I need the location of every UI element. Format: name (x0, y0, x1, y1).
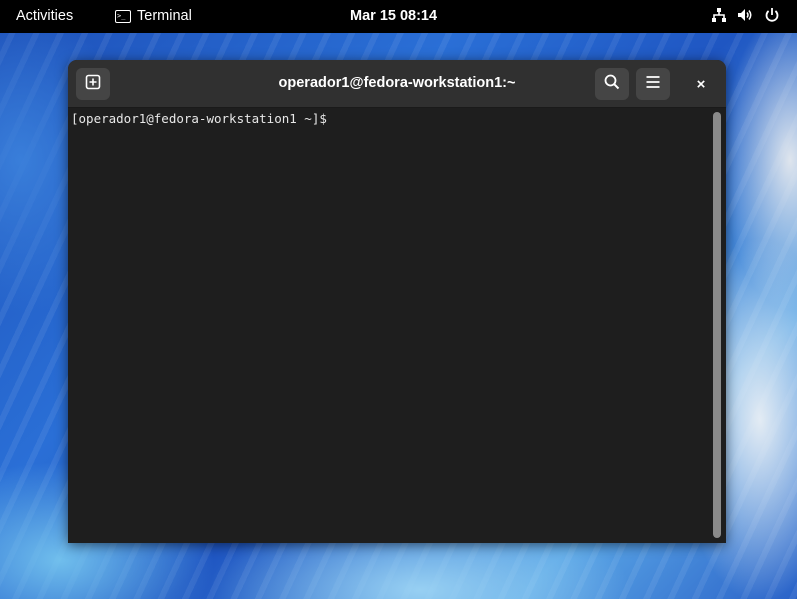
terminal-output-area[interactable]: [operador1@fedora-workstation1 ~]$ (68, 108, 726, 543)
app-menu-button[interactable]: >_ Terminal (115, 8, 192, 24)
terminal-scrollbar[interactable] (713, 112, 721, 538)
power-icon[interactable] (764, 7, 780, 23)
volume-icon[interactable] (737, 7, 754, 23)
search-icon (604, 74, 620, 95)
terminal-window[interactable]: operador1@fedora-workstation1:~ × [opera… (68, 60, 726, 543)
top-bar: Activities >_ Terminal Mar 15 08:14 (0, 0, 797, 33)
activities-button[interactable]: Activities (16, 8, 73, 24)
system-tray[interactable] (711, 7, 780, 23)
hamburger-menu-icon (645, 74, 661, 95)
search-button[interactable] (595, 68, 629, 100)
main-menu-button[interactable] (636, 68, 670, 100)
shell-prompt: [operador1@fedora-workstation1 ~]$ (71, 111, 335, 126)
clock-button[interactable]: Mar 15 08:14 (350, 8, 437, 24)
app-menu-label: Terminal (137, 8, 192, 24)
close-icon: × (696, 75, 706, 93)
close-button[interactable]: × (685, 68, 717, 100)
network-icon[interactable] (711, 7, 727, 23)
terminal-app-icon: >_ (115, 9, 131, 23)
window-headerbar[interactable]: operador1@fedora-workstation1:~ × (68, 60, 726, 108)
